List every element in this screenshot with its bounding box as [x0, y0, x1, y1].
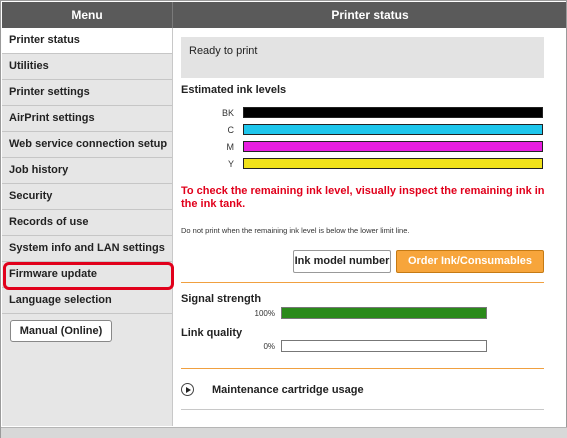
- signal-strength-title: Signal strength: [181, 293, 262, 305]
- divider: [181, 368, 544, 369]
- link-quality-percent: 0%: [263, 342, 275, 351]
- sidebar-item-records-of-use[interactable]: Records of use: [2, 210, 172, 236]
- ink-warning-text: To check the remaining ink level, visual…: [181, 185, 545, 210]
- ink-bar-bk: [243, 107, 543, 118]
- page-title: Printer status: [331, 8, 409, 22]
- link-quality-bar: [281, 340, 487, 352]
- ink-label-bk: BK: [221, 108, 234, 118]
- signal-strength-fill: [282, 308, 486, 318]
- ink-bar-c: [243, 124, 543, 135]
- ink-note-text: Do not print when the remaining ink leve…: [181, 226, 410, 235]
- signal-strength-percent: 100%: [254, 309, 275, 318]
- ink-label-y: Y: [227, 159, 234, 169]
- sidebar: Printer status Utilities Printer setting…: [2, 28, 174, 426]
- sidebar-item-web-service-connection-setup[interactable]: Web service connection setup: [2, 132, 172, 158]
- printer-web-ui: Menu Printer status Printer status Utili…: [0, 0, 567, 438]
- scrollbar-track[interactable]: [1, 427, 567, 438]
- ink-bar-m: [243, 141, 543, 152]
- manual-online-button[interactable]: Manual (Online): [10, 320, 112, 342]
- order-ink-button[interactable]: Order Ink/Consumables Now: [396, 250, 544, 288]
- printer-status-panel: Ready to print Estimated ink levels BK C…: [174, 28, 566, 426]
- signal-strength-bar: [281, 307, 487, 319]
- ink-label-m: M: [226, 142, 235, 152]
- divider: [181, 282, 544, 283]
- divider: [181, 409, 544, 410]
- sidebar-item-airprint-settings[interactable]: AirPrint settings: [2, 106, 172, 132]
- sidebar-item-printer-settings[interactable]: Printer settings: [2, 80, 172, 106]
- sidebar-item-language-selection[interactable]: Language selection: [2, 288, 172, 314]
- status-text: Ready to print: [189, 45, 258, 57]
- sidebar-item-firmware-update[interactable]: Firmware update: [2, 262, 174, 290]
- play-circle-icon[interactable]: [181, 383, 194, 396]
- sidebar-item-job-history[interactable]: Job history: [2, 158, 172, 184]
- sidebar-item-security[interactable]: Security: [2, 184, 172, 210]
- sidebar-item-printer-status[interactable]: Printer status: [2, 28, 172, 54]
- ink-label-c: C: [227, 125, 235, 135]
- header-bar: Menu Printer status: [2, 2, 566, 28]
- sidebar-item-system-info-lan-settings[interactable]: System info and LAN settings: [2, 236, 172, 262]
- status-box: Ready to print: [181, 37, 544, 78]
- ink-levels-title: Estimated ink levels: [181, 84, 287, 96]
- maintenance-cartridge-usage-label[interactable]: Maintenance cartridge usage: [212, 384, 364, 396]
- ink-model-number-button[interactable]: Ink model number: [293, 250, 391, 273]
- menu-header: Menu: [2, 2, 173, 28]
- sidebar-item-utilities[interactable]: Utilities: [2, 54, 172, 80]
- ink-bar-y: [243, 158, 543, 169]
- link-quality-title: Link quality: [181, 327, 243, 339]
